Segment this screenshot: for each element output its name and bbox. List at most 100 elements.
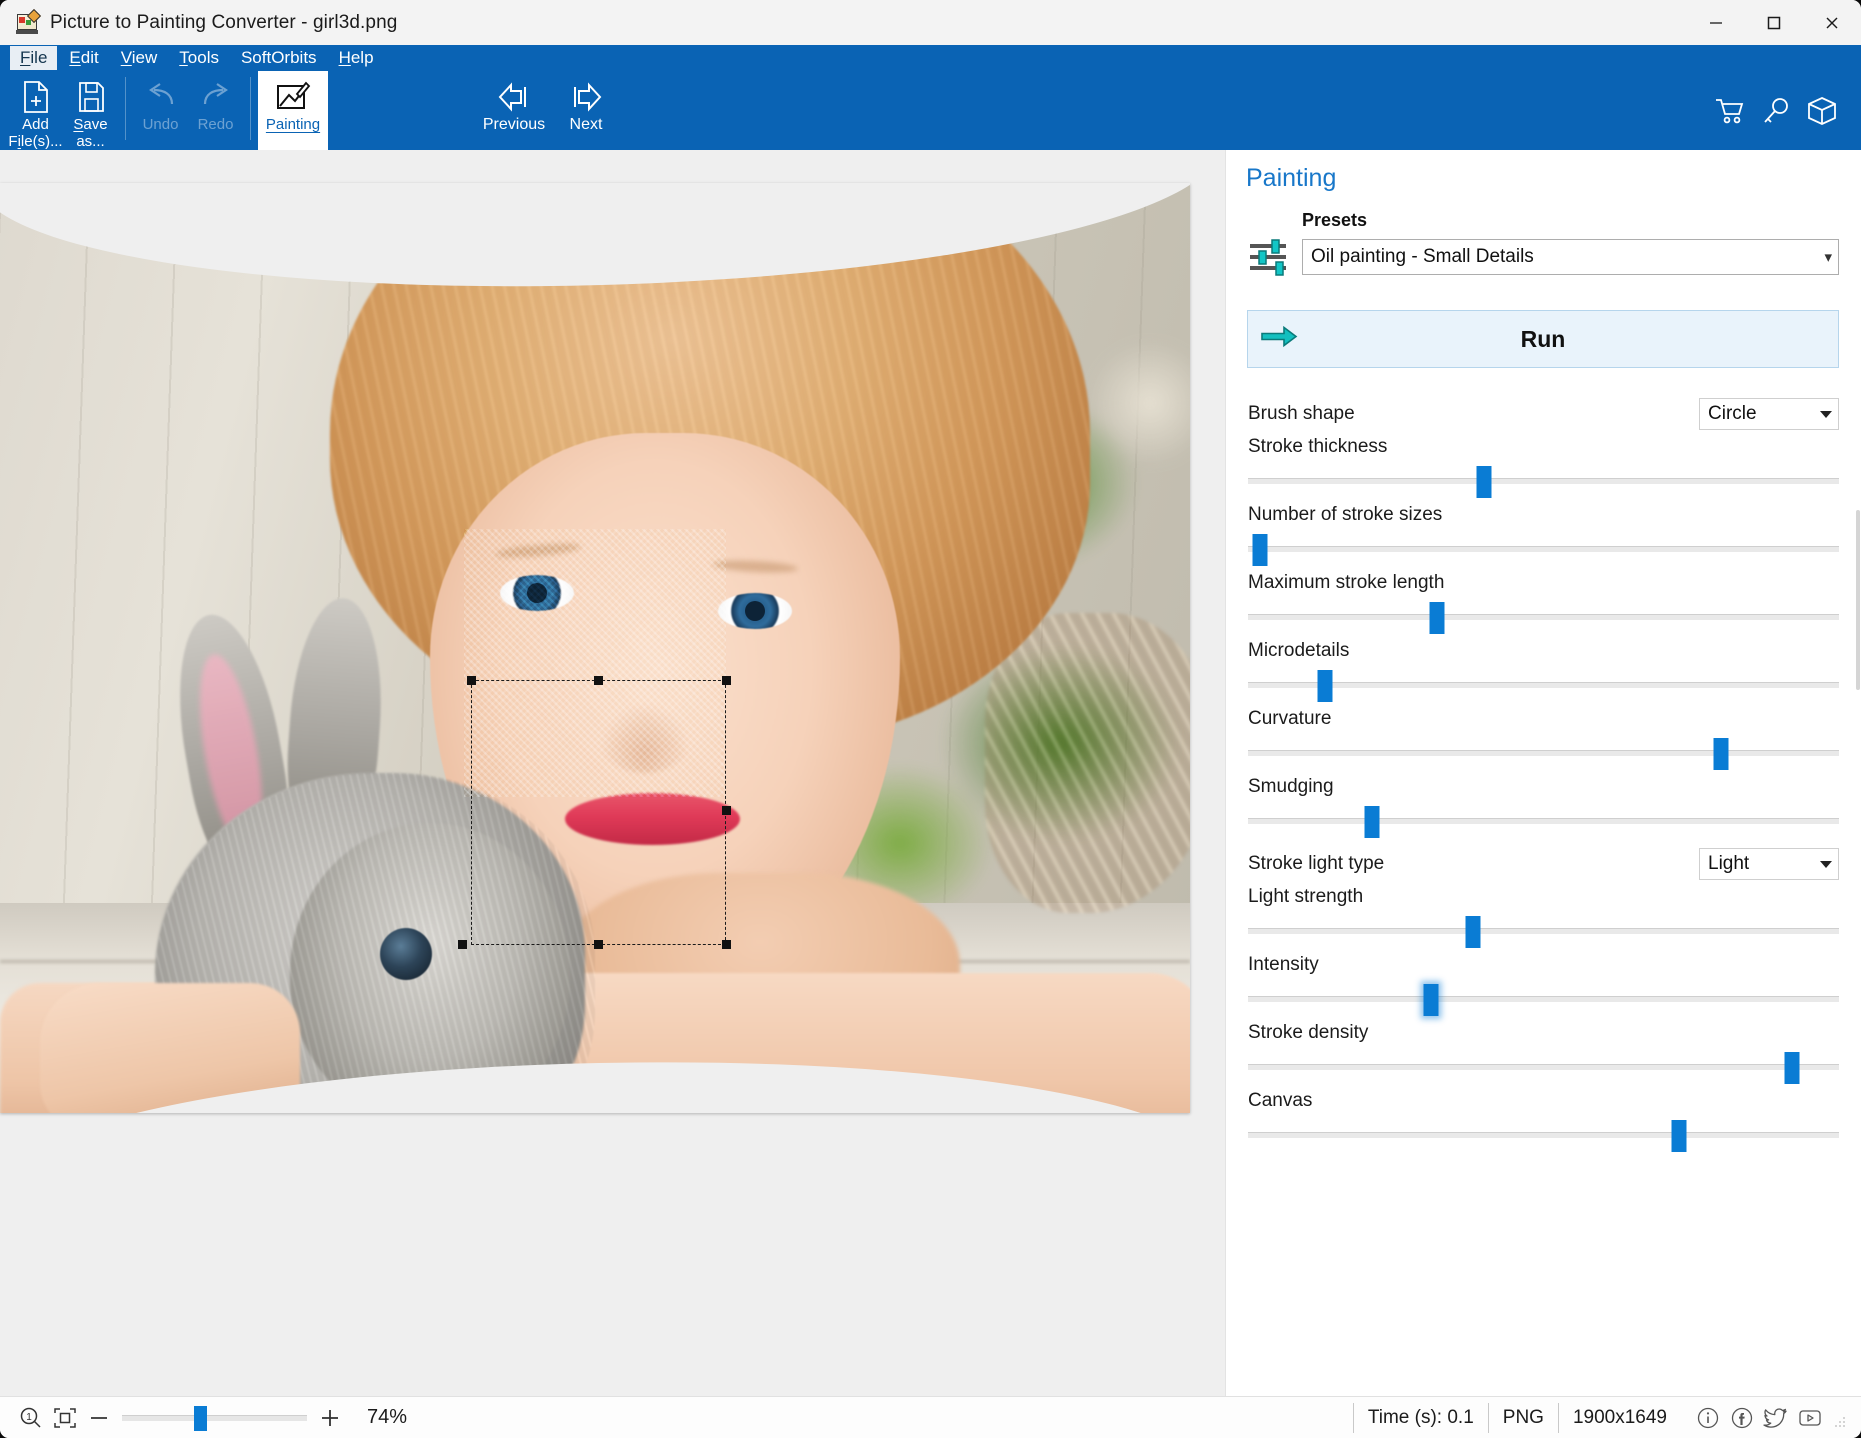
light-strength-slider[interactable] [1248,914,1839,948]
selection-handle-mr[interactable] [722,806,731,815]
status-dimensions: 1900x1649 [1557,1402,1681,1433]
minimize-button[interactable] [1687,0,1745,45]
presets-select[interactable]: Oil painting - Small Details ▾ [1302,239,1839,275]
close-button[interactable] [1803,0,1861,45]
presets-label: Presets [1302,210,1368,230]
product-box-icon[interactable] [1799,88,1845,134]
slider-thumb[interactable] [1423,984,1439,1016]
panel-title: Painting [1246,164,1337,192]
slider-thumb[interactable] [1713,738,1729,770]
menu-edit[interactable]: Edit [59,46,108,70]
info-icon[interactable] [1691,1403,1725,1433]
ribbon-right-icons [1707,71,1861,150]
intensity-label: Intensity [1248,954,1319,975]
slider-track [1248,928,1839,934]
stroke-thickness-slider[interactable] [1248,464,1839,498]
zoom-in-button[interactable] [313,1401,347,1435]
panel-scrollbar[interactable] [1855,300,1861,1354]
svg-text:1: 1 [26,1412,32,1423]
slider-track [1248,1132,1839,1138]
painting-controls: Brush shape Circle Stroke thickness Numb… [1226,398,1861,1152]
slider-track [1248,546,1839,552]
slider-thumb[interactable] [1252,534,1268,566]
add-file-icon [21,78,51,116]
undo-button[interactable]: Undo [133,71,188,150]
image-canvas[interactable] [0,150,1225,1396]
zoom-1to1-icon[interactable]: 1 [14,1401,48,1435]
intensity-slider[interactable] [1248,982,1839,1016]
canvas-slider[interactable] [1248,1118,1839,1152]
slider-thumb[interactable] [1784,1052,1800,1084]
stroke-light-type-select[interactable]: Light [1699,848,1839,880]
undo-label: Undo [142,116,179,133]
run-button[interactable]: Run [1247,310,1839,368]
run-arrow-icon [1260,324,1298,355]
number-of-stroke-sizes-slider[interactable] [1248,532,1839,566]
redo-label: Redo [197,116,234,133]
fit-to-window-icon[interactable] [48,1401,82,1435]
resize-grip[interactable] [1833,1415,1847,1429]
status-format: PNG [1487,1402,1558,1433]
brush-shape-select[interactable]: Circle [1699,398,1839,430]
status-right: Time (s): 0.1 PNG 1900x1649 [1352,1402,1847,1433]
menu-softorbits[interactable]: SoftOrbits [231,46,327,70]
stroke-thickness-label: Stroke thickness [1248,436,1388,457]
window-title: Picture to Painting Converter - girl3d.p… [50,11,398,33]
slider-thumb[interactable] [1317,670,1333,702]
selection-handle-tl[interactable] [467,676,476,685]
presets-value: Oil painting - Small Details [1311,246,1534,267]
selection-handle-tr[interactable] [722,676,731,685]
redo-arrow-icon [199,78,233,116]
smudging-slider[interactable] [1248,804,1839,838]
shopping-cart-icon[interactable] [1707,88,1753,134]
slider-thumb[interactable] [1364,806,1380,838]
navigation-group: Previous Next [478,71,622,150]
save-as-label: Save as... [73,116,108,150]
twitter-icon[interactable] [1759,1403,1793,1433]
selection-handle-br[interactable] [722,940,731,949]
add-files-button[interactable]: Add File(s)... [8,71,63,150]
menu-file[interactable]: File [10,46,58,70]
stroke-density-slider[interactable] [1248,1050,1839,1084]
maximize-button[interactable] [1745,0,1803,45]
curvature-label: Curvature [1248,708,1332,729]
zoom-slider[interactable] [122,1403,307,1433]
menu-tools[interactable]: Tools [169,46,229,70]
save-icon [76,78,106,116]
smudging-label: Smudging [1248,776,1334,797]
previous-button[interactable]: Previous [478,71,550,150]
sliders-icon [1246,236,1290,278]
selection-handle-bc[interactable] [594,940,603,949]
slider-thumb[interactable] [1465,916,1481,948]
number-of-stroke-sizes-label: Number of stroke sizes [1248,504,1443,525]
slider-thumb[interactable] [194,1405,207,1431]
menu-view[interactable]: View [111,46,168,70]
curvature-slider[interactable] [1248,736,1839,770]
selection-rectangle[interactable] [471,680,726,945]
zoom-out-button[interactable] [82,1401,116,1435]
selection-handle-bl[interactable] [458,940,467,949]
toolbar-separator-1 [125,77,126,140]
redo-button[interactable]: Redo [188,71,243,150]
selection-handle-tc[interactable] [594,676,603,685]
menu-help[interactable]: Help [329,46,384,70]
next-label: Next [569,116,603,133]
maximum-stroke-length-slider[interactable] [1248,600,1839,634]
facebook-icon[interactable] [1725,1403,1759,1433]
next-button[interactable]: Next [550,71,622,150]
slider-track [1248,750,1839,756]
menu-bar: File Edit View Tools SoftOrbits Help [0,45,386,71]
control-stroke-light-type: Stroke light type Light [1248,848,1839,880]
slider-thumb[interactable] [1671,1120,1687,1152]
title-bar: Picture to Painting Converter - girl3d.p… [0,0,1861,45]
scrollbar-thumb[interactable] [1856,510,1860,690]
microdetails-slider[interactable] [1248,668,1839,702]
slider-track [1248,682,1839,688]
triangle-down-icon [1820,410,1832,418]
youtube-icon[interactable] [1793,1403,1827,1433]
slider-thumb[interactable] [1476,466,1492,498]
slider-thumb[interactable] [1429,602,1445,634]
control-brush-shape: Brush shape Circle [1248,398,1839,430]
save-as-button[interactable]: Save as... [63,71,118,150]
license-key-icon[interactable] [1753,88,1799,134]
